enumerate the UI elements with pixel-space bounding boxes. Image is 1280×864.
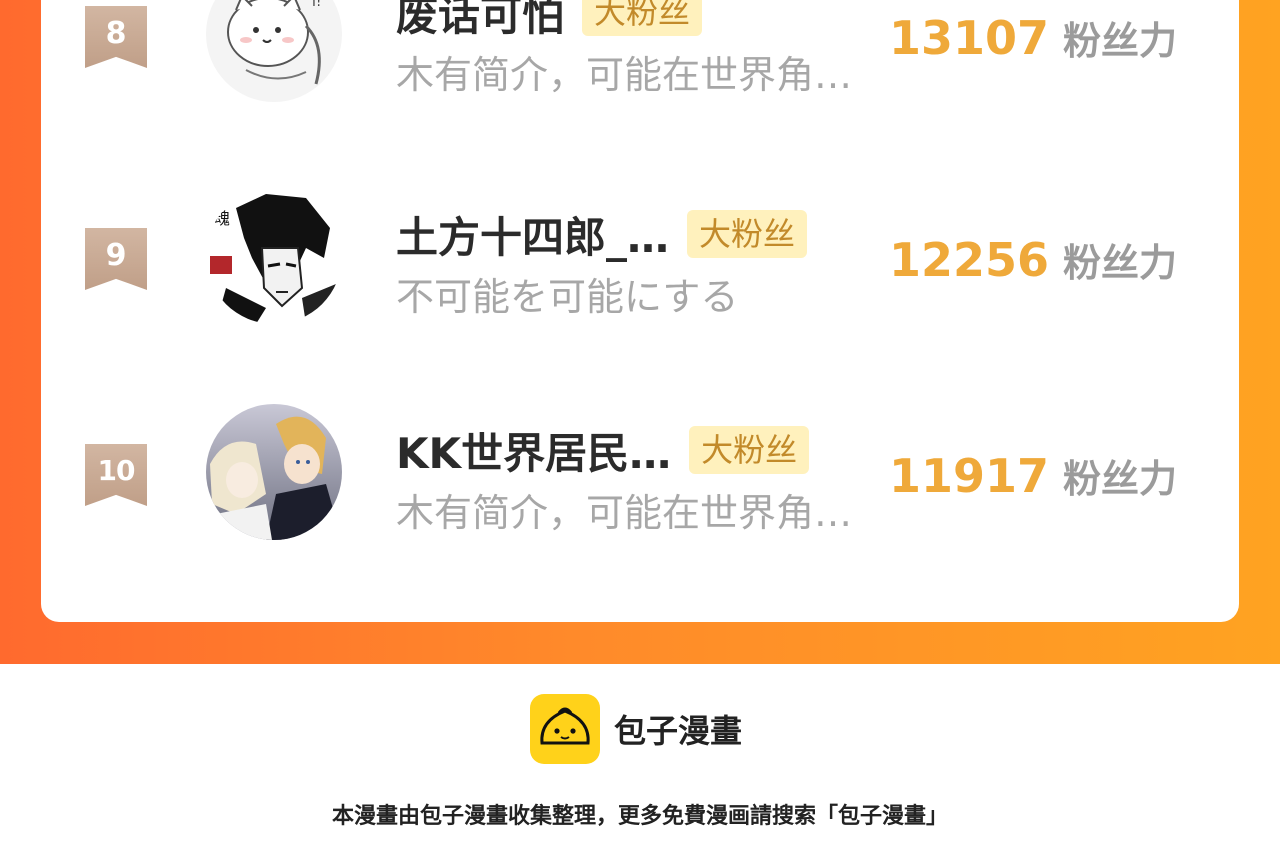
fan-level-badge: 大粉丝 [687,210,808,258]
user-name-line: 废话可怕 大粉丝 [396,0,703,43]
ranking-row[interactable]: 9 魂 土方十四郎_… 大粉丝 不可能を可能にする 12256 粉丝力 [41,188,1239,324]
fan-power-value: 11917 [889,449,1050,503]
ranking-frame: 8 i! 废话可怕 大粉丝 木有简介，可能在世界角… 13107 粉丝力 9 魂… [0,0,1280,664]
avatar-anime-ink-icon: 魂 [206,188,342,324]
rank-ribbon-icon: 9 [85,228,147,290]
ranking-row[interactable]: 10 KK世界居民… 大粉丝 木有简介，可能在世界角… 11917 粉丝力 [41,404,1239,540]
rank-ribbon-icon: 8 [85,6,147,68]
avatar-cat-sketch-icon: i! [206,0,342,102]
user-name[interactable]: 废话可怕 [396,0,564,43]
ranking-row[interactable]: 8 i! 废话可怕 大粉丝 木有简介，可能在世界角… 13107 粉丝力 [41,0,1239,102]
fan-power-value: 13107 [889,11,1050,65]
rank-number: 9 [105,238,127,273]
fan-level-badge: 大粉丝 [689,426,810,474]
svg-text:魂: 魂 [214,209,230,228]
user-bio: 木有简介，可能在世界角… [396,53,853,97]
fan-power-value: 12256 [889,233,1050,287]
svg-text:i!: i! [312,0,322,10]
rank-number: 10 [97,454,136,487]
rank-ribbon-icon: 10 [85,444,147,506]
fan-level-badge: 大粉丝 [582,0,703,36]
user-name-line: 土方十四郎_… 大粉丝 [396,204,808,265]
avatar-anime-pair-icon [206,404,342,540]
brand-logo[interactable]: 包子漫畫 [530,694,742,764]
steamed-bun-icon [530,694,600,764]
footer-note: 本漫畫由包子漫畫收集整理，更多免費漫画請搜索「包子漫畫」 [331,804,948,829]
fan-power-unit: 粉丝力 [1063,241,1178,285]
ranking-card: 8 i! 废话可怕 大粉丝 木有简介，可能在世界角… 13107 粉丝力 9 魂… [41,0,1239,622]
fan-power: 13107 粉丝力 [889,10,1177,65]
user-name[interactable]: 土方十四郎_… [396,204,669,265]
user-bio: 不可能を可能にする [396,275,739,319]
user-bio: 木有简介，可能在世界角… [396,491,853,535]
rank-number: 8 [105,16,127,51]
avatar[interactable] [206,404,342,540]
fan-power: 11917 粉丝力 [889,448,1177,503]
user-name-line: KK世界居民… 大粉丝 [396,420,810,481]
fan-power-unit: 粉丝力 [1063,19,1178,63]
user-name[interactable]: KK世界居民… [396,420,671,481]
fan-power: 12256 粉丝力 [889,232,1177,287]
brand-name: 包子漫畫 [614,712,743,750]
avatar[interactable]: i! [206,0,342,102]
avatar[interactable]: 魂 [206,188,342,324]
fan-power-unit: 粉丝力 [1063,457,1178,501]
